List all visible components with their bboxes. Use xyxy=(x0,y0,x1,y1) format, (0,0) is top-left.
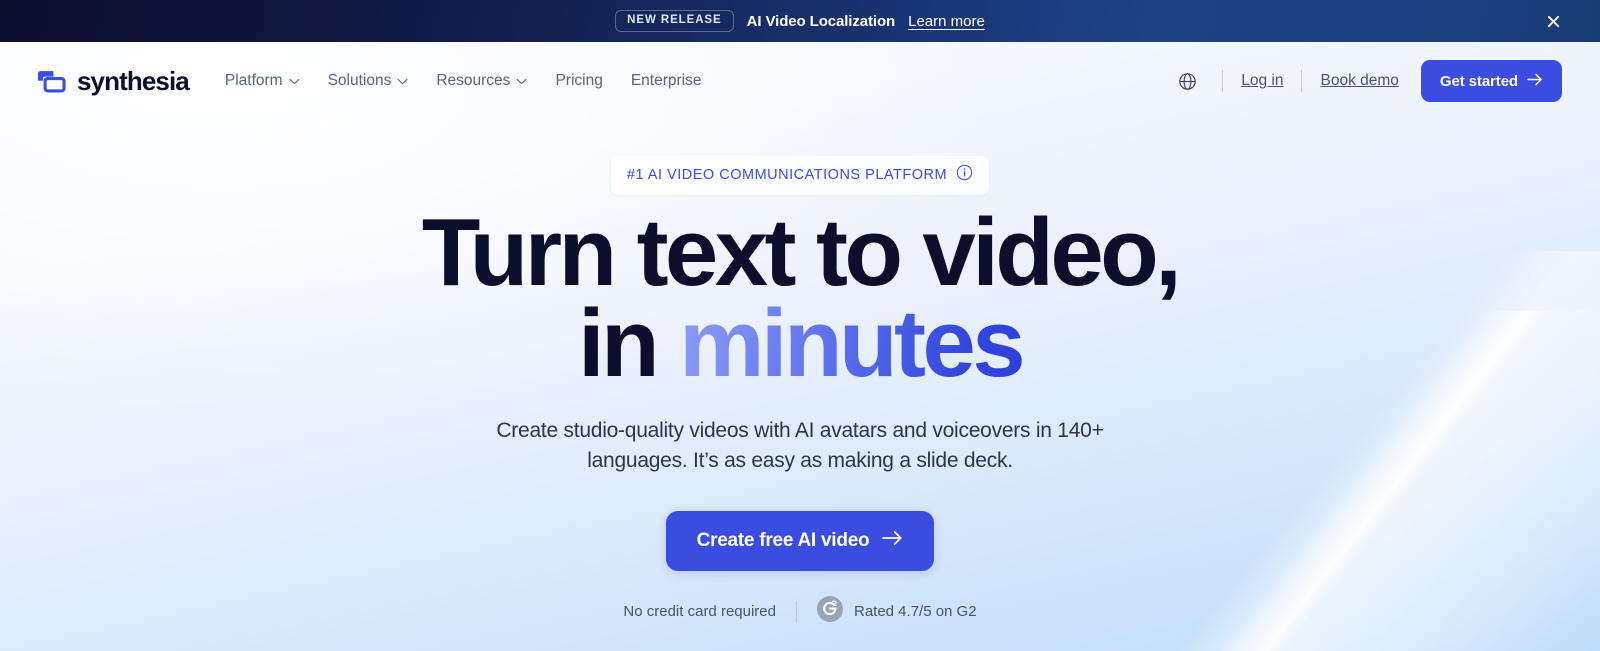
close-icon[interactable] xyxy=(1542,10,1564,32)
nav-item-solutions[interactable]: Solutions xyxy=(328,72,409,90)
nav-item-label: Solutions xyxy=(327,72,392,89)
page-root: NEW RELEASE AI Video Localization Learn … xyxy=(0,0,1600,651)
synthesia-logo-icon xyxy=(36,69,66,93)
header-divider xyxy=(1301,70,1303,92)
hero-subheading: Create studio-quality videos with AI ava… xyxy=(490,416,1110,476)
nav-item-label: Pricing xyxy=(555,72,603,89)
get-started-label: Get started xyxy=(1439,72,1518,90)
nav-item-resources[interactable]: Resources xyxy=(436,72,527,90)
chevron-down-icon xyxy=(516,72,527,90)
announcement-banner: NEW RELEASE AI Video Localization Learn … xyxy=(0,0,1600,42)
logo-link[interactable]: synthesia xyxy=(36,65,190,97)
nav-item-label: Enterprise xyxy=(630,72,702,89)
headline-line-2: in minutes xyxy=(422,296,1179,392)
nav-item-enterprise[interactable]: Enterprise xyxy=(631,72,702,90)
get-started-button[interactable]: Get started xyxy=(1420,60,1562,102)
new-release-badge: NEW RELEASE xyxy=(615,9,734,33)
status-badge-label: #1 AI VIDEO COMMUNICATIONS PLATFORM xyxy=(626,167,948,183)
brand-name: synthesia xyxy=(77,65,190,96)
site-header: synthesia Platform Solutions Resources P… xyxy=(0,42,1600,120)
announcement-learn-more-link[interactable]: Learn more xyxy=(908,13,985,30)
info-icon[interactable] xyxy=(956,164,973,186)
g2-logo-icon xyxy=(816,596,843,627)
chevron-down-icon xyxy=(289,72,300,90)
headline-accent-word: minutes xyxy=(679,290,1025,398)
status-badge: #1 AI VIDEO COMMUNICATIONS PLATFORM xyxy=(610,156,990,195)
no-credit-card-text: No credit card required xyxy=(623,603,776,620)
nav-item-label: Platform xyxy=(224,72,283,89)
globe-icon[interactable] xyxy=(1170,64,1204,98)
login-link[interactable]: Log in xyxy=(1241,72,1283,90)
announcement-banner-content: NEW RELEASE AI Video Localization Learn … xyxy=(615,9,985,33)
g2-rating: Rated 4.7/5 on G2 xyxy=(816,596,977,627)
trust-divider xyxy=(795,600,797,623)
page-title: Turn text to video, in minutes xyxy=(422,205,1182,392)
nav-item-pricing[interactable]: Pricing xyxy=(555,72,602,90)
header-divider xyxy=(1222,70,1224,92)
arrow-right-icon xyxy=(882,530,903,552)
nav-item-platform[interactable]: Platform xyxy=(225,72,300,90)
nav-item-label: Resources xyxy=(436,72,511,89)
create-free-ai-video-button[interactable]: Create free AI video xyxy=(665,511,935,571)
hero-section: #1 AI VIDEO COMMUNICATIONS PLATFORM Turn… xyxy=(0,120,1600,627)
announcement-title: AI Video Localization xyxy=(746,12,896,30)
create-free-ai-video-label: Create free AI video xyxy=(696,530,870,551)
main-navigation: Platform Solutions Resources Pricing Ent… xyxy=(225,72,702,90)
chevron-down-icon xyxy=(397,72,408,90)
trust-row: No credit card required Rated 4.7/5 on G… xyxy=(623,596,977,627)
headline-line-2-plain: in xyxy=(577,290,680,398)
book-demo-link[interactable]: Book demo xyxy=(1320,72,1398,90)
header-actions: Log in Book demo Get started xyxy=(1170,60,1562,102)
arrow-right-icon xyxy=(1527,73,1543,90)
g2-rating-text: Rated 4.7/5 on G2 xyxy=(853,603,977,620)
hero-subheading-line-1: Create studio-quality videos with AI ava… xyxy=(496,419,1052,443)
